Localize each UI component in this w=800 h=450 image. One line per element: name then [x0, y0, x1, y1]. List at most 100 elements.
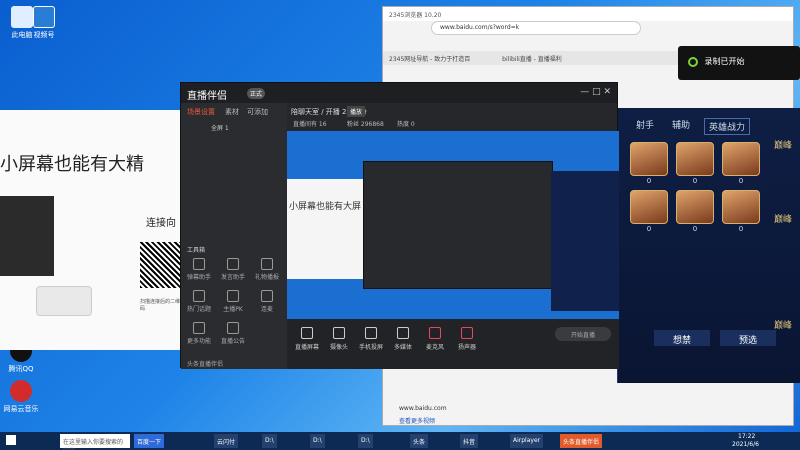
promo-headline: 小屏幕也能有大精: [0, 154, 144, 175]
taskbar-item[interactable]: 头条: [410, 434, 429, 448]
rank-label: 巅峰: [774, 215, 793, 225]
hero-portrait[interactable]: 0: [722, 142, 760, 185]
taskbar-item[interactable]: 头条直播伴侣: [560, 434, 603, 448]
tool-item[interactable]: 更多功能: [185, 322, 213, 345]
desktop-icon-label: 网易云音乐: [3, 405, 39, 413]
tab-left[interactable]: 2345网址导航 - 致力于打造百: [389, 56, 470, 63]
address-bar[interactable]: www.baidu.com/s?word=k: [431, 21, 641, 35]
tool-icon: [193, 322, 205, 334]
taskbar-item[interactable]: Airplayer: [510, 434, 544, 448]
record-icon: [688, 56, 698, 67]
tool-icon: [261, 290, 273, 302]
laptop-image: [0, 196, 54, 276]
clock-time[interactable]: 17:22: [738, 433, 755, 440]
recording-toast: 录制已开始: [678, 46, 800, 80]
tab-scene[interactable]: 场景设置: [187, 107, 215, 117]
play-icon: [397, 327, 409, 339]
app-logo: 直播伴侣: [187, 91, 227, 102]
app-badge: 正式: [247, 88, 266, 99]
control-screen[interactable]: 直播屏幕: [291, 327, 323, 351]
control-camera[interactable]: 摄像头: [323, 327, 355, 351]
tool-icon: [227, 322, 239, 334]
tile-label: 视频号: [33, 31, 55, 39]
rank-label: 巅峰: [774, 141, 793, 151]
start-icon[interactable]: [6, 435, 16, 445]
desktop-icon-music[interactable]: 网易云音乐: [3, 380, 39, 414]
recording-label: 录制已开始: [704, 57, 745, 66]
control-phone[interactable]: 手机投屏: [355, 327, 387, 351]
taskbar-item[interactable]: 抖音: [460, 434, 479, 448]
tool-item[interactable]: 主播PK: [219, 290, 247, 313]
hero-portrait[interactable]: 0: [630, 142, 668, 185]
hero-portrait[interactable]: 0: [676, 190, 714, 233]
taskbar-item[interactable]: D:\: [358, 434, 373, 448]
desktop-icon-label: 腾讯QQ: [8, 365, 34, 373]
clock-date[interactable]: 2021/6/6: [732, 441, 759, 448]
qr-caption: 扫描连接后的二维码: [140, 299, 181, 312]
microphone-icon: [429, 327, 441, 339]
preselect-button[interactable]: 预选: [720, 330, 776, 346]
monitor-icon: [301, 327, 313, 339]
tab-right[interactable]: bilibili直播 - 直播福利: [502, 56, 562, 63]
tool-item[interactable]: 热门话题: [185, 290, 213, 313]
window-controls[interactable]: — □ ✕: [580, 87, 611, 97]
tool-icon: [193, 290, 205, 302]
scene-label[interactable]: 全屏 1: [211, 123, 229, 132]
stream-preview[interactable]: 小屏幕也能有大屏: [287, 131, 619, 319]
rank-label: 巅峰: [774, 321, 793, 331]
control-media[interactable]: 多媒体: [387, 327, 419, 351]
hero-portrait[interactable]: 0: [722, 190, 760, 233]
taskbar-item[interactable]: 云闪付: [214, 434, 239, 448]
control-bar: 直播屏幕 摄像头 手机投屏 多媒体 麦克风 扬声器 开始直播: [287, 319, 619, 369]
hero-portrait[interactable]: 0: [630, 190, 668, 233]
live-stat: 粉丝 296868: [347, 121, 384, 128]
tab-material[interactable]: 素材: [225, 107, 239, 117]
video-tile-icon: [33, 6, 55, 28]
ban-button[interactable]: 想禁: [654, 330, 710, 346]
tab-hero-power[interactable]: 英雄战力: [704, 118, 751, 135]
tool-icon: [227, 258, 239, 270]
taskbar-item[interactable]: 百度一下: [134, 434, 165, 448]
go-live-button[interactable]: 开始直播: [555, 327, 611, 341]
browser-title: 2345浏览器 10.20: [383, 7, 793, 21]
live-stat: 直播间有 16: [293, 121, 327, 128]
taskbar-search[interactable]: 在这里输入你要搜索的内容: [60, 434, 130, 450]
desktop-video-tile[interactable]: 视频号: [30, 6, 58, 40]
nested-game-capture: [551, 171, 619, 311]
connect-label: 连接向: [146, 218, 176, 229]
tool-icon: [261, 258, 273, 270]
qr-code: [140, 242, 180, 288]
taskbar-item[interactable]: D:\: [262, 434, 277, 448]
phone-image: [36, 286, 92, 316]
tool-item[interactable]: 发言助手: [219, 258, 247, 281]
footer-note: 头条直播伴侣: [187, 361, 224, 368]
speaker-icon: [461, 327, 473, 339]
preview-headline: 小屏幕也能有大屏: [289, 202, 362, 212]
tool-item[interactable]: 礼物播报: [253, 258, 281, 281]
control-mic[interactable]: 麦克风: [419, 327, 451, 351]
tool-icon: [193, 258, 205, 270]
browser-bottom: www.baidu.com 查看更多视频: [399, 405, 447, 425]
hero-portrait[interactable]: 0: [676, 142, 714, 185]
status-chip[interactable]: 播放: [347, 106, 366, 117]
tab-shooter[interactable]: 射手: [636, 118, 654, 131]
bottom-link[interactable]: 查看更多视频: [399, 416, 447, 425]
taskbar-item[interactable]: D:\: [310, 434, 325, 448]
streaming-app-window: 直播伴侣 正式 — □ ✕ 场景设置 素材 可添加 全屏 1 工具箱 弹幕助手 …: [180, 82, 619, 369]
preview-white-panel: 小屏幕也能有大屏: [287, 179, 367, 279]
tool-icon: [227, 290, 239, 302]
promo-window: 小屏幕也能有大精 连接向 扫描连接后的二维码: [0, 110, 180, 350]
taskbar: 在这里输入你要搜索的内容 百度一下 云闪付 D:\ D:\ D:\ 头条 抖音 …: [0, 432, 800, 450]
tab-support[interactable]: 辅助: [672, 118, 690, 131]
live-stat: 热度 0: [397, 121, 415, 128]
music-icon: [10, 380, 32, 402]
toolbox-label: 工具箱: [187, 247, 206, 254]
tab-add[interactable]: 可添加: [247, 107, 268, 117]
phone-icon: [365, 327, 377, 339]
control-speaker[interactable]: 扬声器: [451, 327, 483, 351]
camera-icon: [333, 327, 345, 339]
tool-item[interactable]: 弹幕助手: [185, 258, 213, 281]
tool-item[interactable]: 直播公告: [219, 322, 247, 345]
tool-item[interactable]: 连麦: [253, 290, 281, 313]
bottom-url: www.baidu.com: [399, 405, 447, 412]
